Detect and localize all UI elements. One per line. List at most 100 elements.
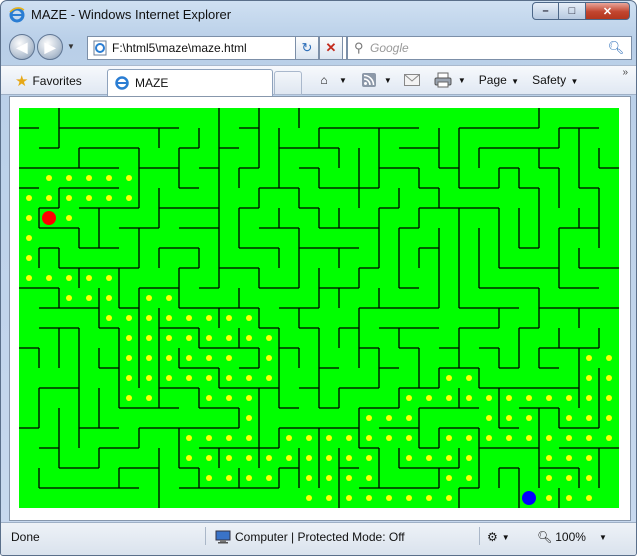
path-dot [126,335,132,341]
path-dot [546,475,552,481]
forward-arrow-icon: ▶ [44,38,56,55]
path-dot [366,415,372,421]
path-dot [266,475,272,481]
path-dot [426,395,432,401]
path-dot [446,455,452,461]
protected-mode-button[interactable]: ⚙ ▼ [487,530,510,544]
path-dot [26,275,32,281]
maze-canvas[interactable] [19,108,619,508]
new-tab-button[interactable] [274,71,302,95]
path-dot [226,435,232,441]
mail-icon[interactable] [403,71,421,89]
print-dropdown-icon[interactable]: ▼ [458,76,466,85]
favorites-label: Favorites [32,74,82,88]
path-dot [566,475,572,481]
ie-logo-icon [9,7,25,23]
path-dot [326,495,332,501]
path-dot [226,315,232,321]
path-dot [246,335,252,341]
path-dot [606,355,612,361]
security-zone[interactable]: Computer | Protected Mode: Off [215,530,405,544]
path-dot [246,395,252,401]
path-dot [286,455,292,461]
path-dot [66,275,72,281]
path-dot [406,455,412,461]
path-dot [226,355,232,361]
feeds-dropdown-icon[interactable]: ▼ [384,76,392,85]
path-dot [606,395,612,401]
feeds-icon[interactable] [360,71,378,89]
zoom-level: 100% [555,530,586,544]
search-provider-icon: ⚲ [354,40,364,55]
favorites-button[interactable]: ★ Favorites [15,72,82,90]
path-dot [446,395,452,401]
path-dot [526,435,532,441]
path-dot [306,435,312,441]
path-dot [226,455,232,461]
path-dot [366,495,372,501]
path-dot [166,335,172,341]
path-dot [266,455,272,461]
path-dot [326,455,332,461]
ie-page-icon [115,76,129,90]
path-dot [146,315,152,321]
protected-mode-dropdown-icon: ▼ [501,532,510,542]
search-icon[interactable]: 🔍︎ [601,40,631,56]
path-dot [566,435,572,441]
path-dot [126,195,132,201]
path-dot [186,455,192,461]
refresh-button[interactable]: ↻ [295,36,319,60]
path-dot [466,375,472,381]
stop-button[interactable]: ✕ [319,36,343,60]
path-dot [46,275,52,281]
path-dot [126,315,132,321]
path-dot [206,335,212,341]
path-dot [246,435,252,441]
path-dot [206,455,212,461]
path-dot [166,315,172,321]
page-menu[interactable]: Page ▼ [479,73,519,87]
path-dot [586,395,592,401]
path-dot [46,195,52,201]
home-icon[interactable]: ⌂ [315,71,333,89]
search-box[interactable]: ⚲ Google 🔍︎ [347,36,632,60]
forward-button[interactable]: ▶ [37,34,63,60]
more-tools-chevron-icon[interactable]: » [622,67,628,78]
path-dot [366,435,372,441]
home-dropdown-icon[interactable]: ▼ [339,76,347,85]
maximize-button[interactable]: □ [559,2,586,20]
path-dot [546,435,552,441]
tab-maze[interactable]: MAZE [107,69,273,96]
zoom-icon: 🔍︎ [537,530,553,544]
safety-menu[interactable]: Safety ▼ [532,73,578,87]
path-dot [206,475,212,481]
close-button[interactable]: ✕ [586,2,630,20]
path-dot [286,435,292,441]
path-dot [346,455,352,461]
path-dot [206,375,212,381]
path-dot [446,475,452,481]
zoom-button[interactable]: 🔍︎ 100% ▼ [537,530,607,544]
path-dot [106,275,112,281]
status-divider [479,527,480,545]
path-dot [66,195,72,201]
search-input[interactable]: Google [348,41,601,55]
computer-icon [215,530,231,544]
back-button[interactable]: ◀ [9,34,35,60]
path-dot [146,295,152,301]
path-dot [326,475,332,481]
path-dot [66,295,72,301]
minimize-button[interactable]: – [532,2,559,20]
path-dot [206,395,212,401]
path-dot [226,335,232,341]
path-dot [206,355,212,361]
path-dot [186,355,192,361]
window-controls: – □ ✕ [532,2,630,20]
security-zone-label: Computer | Protected Mode: Off [235,530,405,544]
path-dot [606,415,612,421]
path-dot [486,395,492,401]
path-dot [566,495,572,501]
print-icon[interactable] [434,71,452,89]
recent-pages-dropdown-icon[interactable]: ▼ [67,42,75,51]
path-dot [586,415,592,421]
